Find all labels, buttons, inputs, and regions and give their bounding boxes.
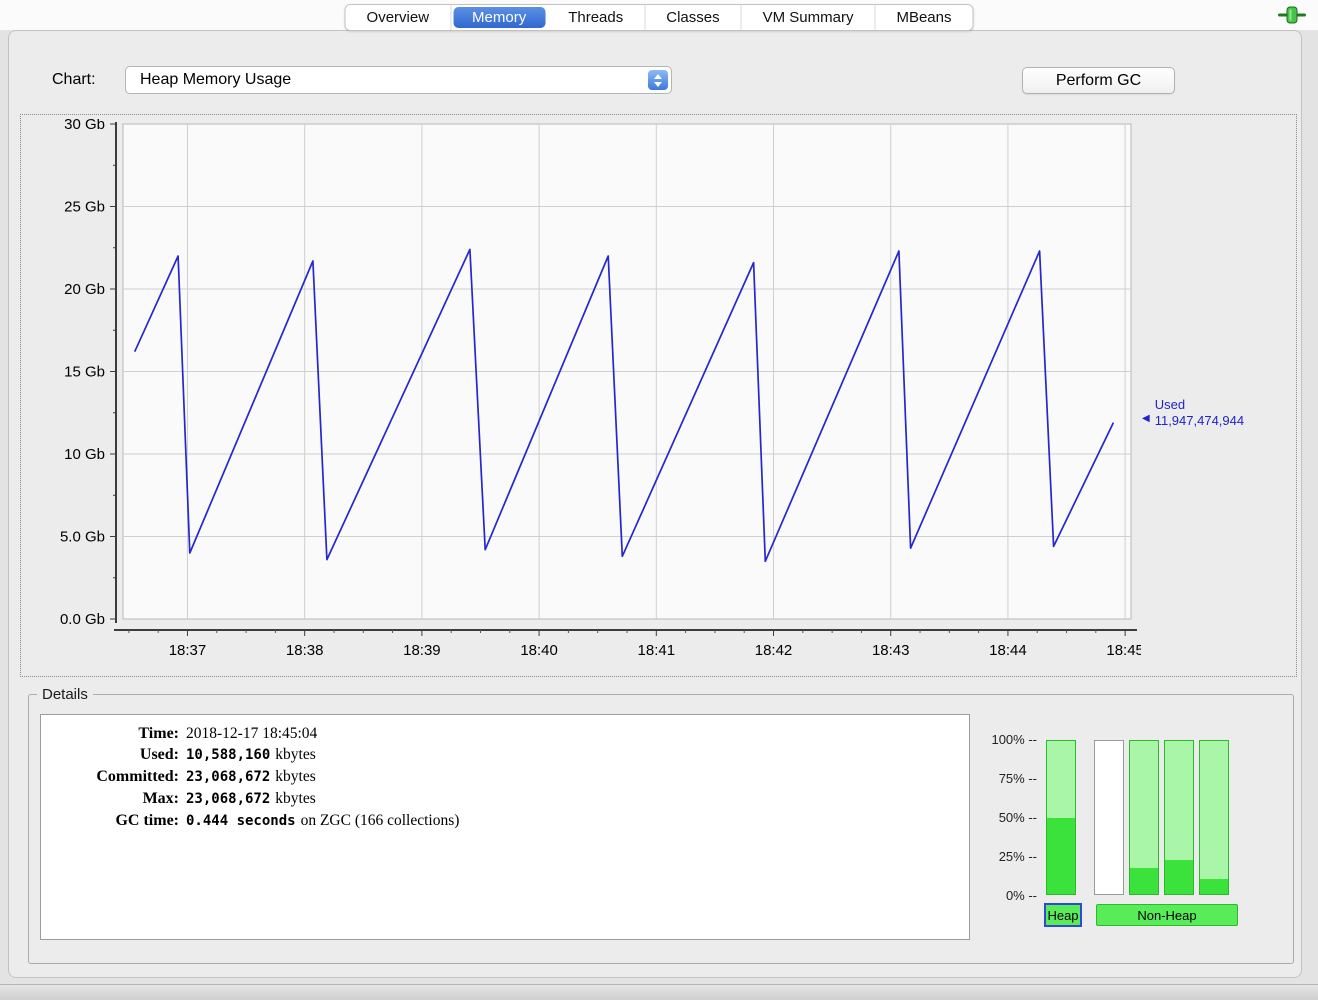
pool-bar-heap[interactable] (1046, 740, 1076, 895)
bottom-strip (0, 984, 1318, 1000)
pool-bar-fill (1130, 868, 1158, 894)
pool-bar-non-heap-3[interactable] (1164, 740, 1194, 895)
svg-text:10 Gb: 10 Gb (64, 446, 105, 463)
tab-bar: Overview Memory Threads Classes VM Summary MB… (344, 4, 974, 31)
scale-label: 0% -- (1005, 888, 1037, 903)
svg-text:18:45: 18:45 (1106, 642, 1141, 659)
details-row-value: 23,068,672 (186, 791, 271, 807)
used-annotation: ◀ Used 11,947,474,944 (1142, 397, 1244, 429)
details-row: Time: 2018-12-17 18:45:04 (41, 723, 969, 744)
details-row: GC time: 0.444 seconds on ZGC (166 collect… (41, 810, 969, 832)
details-text-box: Time: 2018-12-17 18:45:04 Used: 10,588,160 k… (40, 714, 970, 940)
svg-text:18:43: 18:43 (872, 642, 910, 659)
scale-label: 25% -- (998, 849, 1037, 864)
svg-text:18:42: 18:42 (755, 642, 793, 659)
svg-text:15 Gb: 15 Gb (64, 364, 105, 381)
details-row-value: 0.444 seconds (186, 813, 296, 829)
scale-label: 50% -- (998, 810, 1037, 825)
connection-status-icon (1278, 6, 1306, 24)
details-row-label: GC time: (115, 812, 179, 829)
tab-mbeans[interactable]: MBeans (875, 5, 973, 30)
perform-gc-button[interactable]: Perform GC (1022, 67, 1175, 94)
chart-select-label: Chart: (52, 71, 96, 88)
details-row-suffix: on ZGC (166 collections) (300, 812, 460, 829)
scale-label: 75% -- (998, 771, 1037, 786)
memory-pool-bars (1046, 740, 1234, 895)
pool-bar-fill (1200, 878, 1228, 894)
svg-text:18:40: 18:40 (520, 642, 558, 659)
svg-text:18:38: 18:38 (286, 642, 324, 659)
memory-chart-svg: 0.0 Gb 5.0 Gb 10 Gb 15 Gb 20 Gb 25 Gb 30 Gb 18:… (60, 119, 1141, 659)
scale-label: 100% -- (991, 732, 1037, 747)
pool-bar-fill (1047, 817, 1075, 894)
details-row-label: Used: (139, 746, 179, 763)
svg-text:20 Gb: 20 Gb (64, 281, 105, 298)
details-row-label: Max: (142, 790, 179, 807)
pool-bar-non-heap-4[interactable] (1199, 740, 1229, 895)
tab-memory[interactable]: Memory (453, 7, 546, 28)
chevron-updown-icon[interactable] (648, 70, 668, 90)
pool-bar-non-heap-2[interactable] (1129, 740, 1159, 895)
svg-text:18:44: 18:44 (989, 642, 1027, 659)
details-row-suffix: kbytes (275, 746, 316, 763)
details-row-suffix: kbytes (275, 790, 316, 807)
pool-bar-fill (1165, 860, 1193, 894)
chart-select[interactable]: Heap Memory Usage (125, 66, 672, 94)
chart-select-value: Heap Memory Usage (140, 71, 292, 88)
svg-text:0.0 Gb: 0.0 Gb (60, 611, 105, 628)
tab-classes[interactable]: Classes (645, 5, 742, 30)
details-row: Used: 10,588,160 kbytes (41, 744, 969, 766)
details-row: Committed: 23,068,672 kbytes (41, 766, 969, 788)
tab-threads[interactable]: Threads (547, 5, 646, 30)
nonheap-button[interactable]: Non-Heap (1096, 904, 1238, 926)
jconsole-window: Overview Memory Threads Classes VM Summary MB… (0, 0, 1318, 1000)
svg-text:5.0 Gb: 5.0 Gb (60, 529, 105, 546)
svg-text:25 Gb: 25 Gb (64, 199, 105, 216)
tab-overview[interactable]: Overview (345, 5, 452, 30)
tab-vm-summary[interactable]: VM Summary (741, 5, 876, 30)
svg-text:18:41: 18:41 (638, 642, 676, 659)
svg-text:30 Gb: 30 Gb (64, 119, 105, 133)
annotation-series-label: Used (1154, 397, 1186, 412)
svg-text:18:37: 18:37 (169, 642, 207, 659)
pool-bar-non-heap-1[interactable] (1094, 740, 1124, 895)
details-row-label: Committed: (96, 768, 179, 785)
details-row-value: 2018-12-17 18:45:04 (186, 725, 318, 742)
details-legend: Details (42, 686, 88, 703)
details-row: Max: 23,068,672 kbytes (41, 788, 969, 810)
details-row-suffix: kbytes (275, 768, 316, 785)
details-row-label: Time: (138, 725, 179, 742)
bars-scale: 100% -- 75% -- 50% -- 25% -- 0% -- (965, 733, 1037, 902)
details-row-value: 23,068,672 (186, 769, 271, 785)
heap-button[interactable]: Heap (1044, 903, 1082, 927)
left-arrow-icon: ◀ (1142, 413, 1150, 424)
annotation-value: 11,947,474,944 (1154, 413, 1245, 428)
chart-area: 0.0 Gb 5.0 Gb 10 Gb 15 Gb 20 Gb 25 Gb 30 Gb 18:… (20, 114, 1297, 677)
details-row-value: 10,588,160 (186, 747, 271, 763)
svg-text:18:39: 18:39 (403, 642, 441, 659)
